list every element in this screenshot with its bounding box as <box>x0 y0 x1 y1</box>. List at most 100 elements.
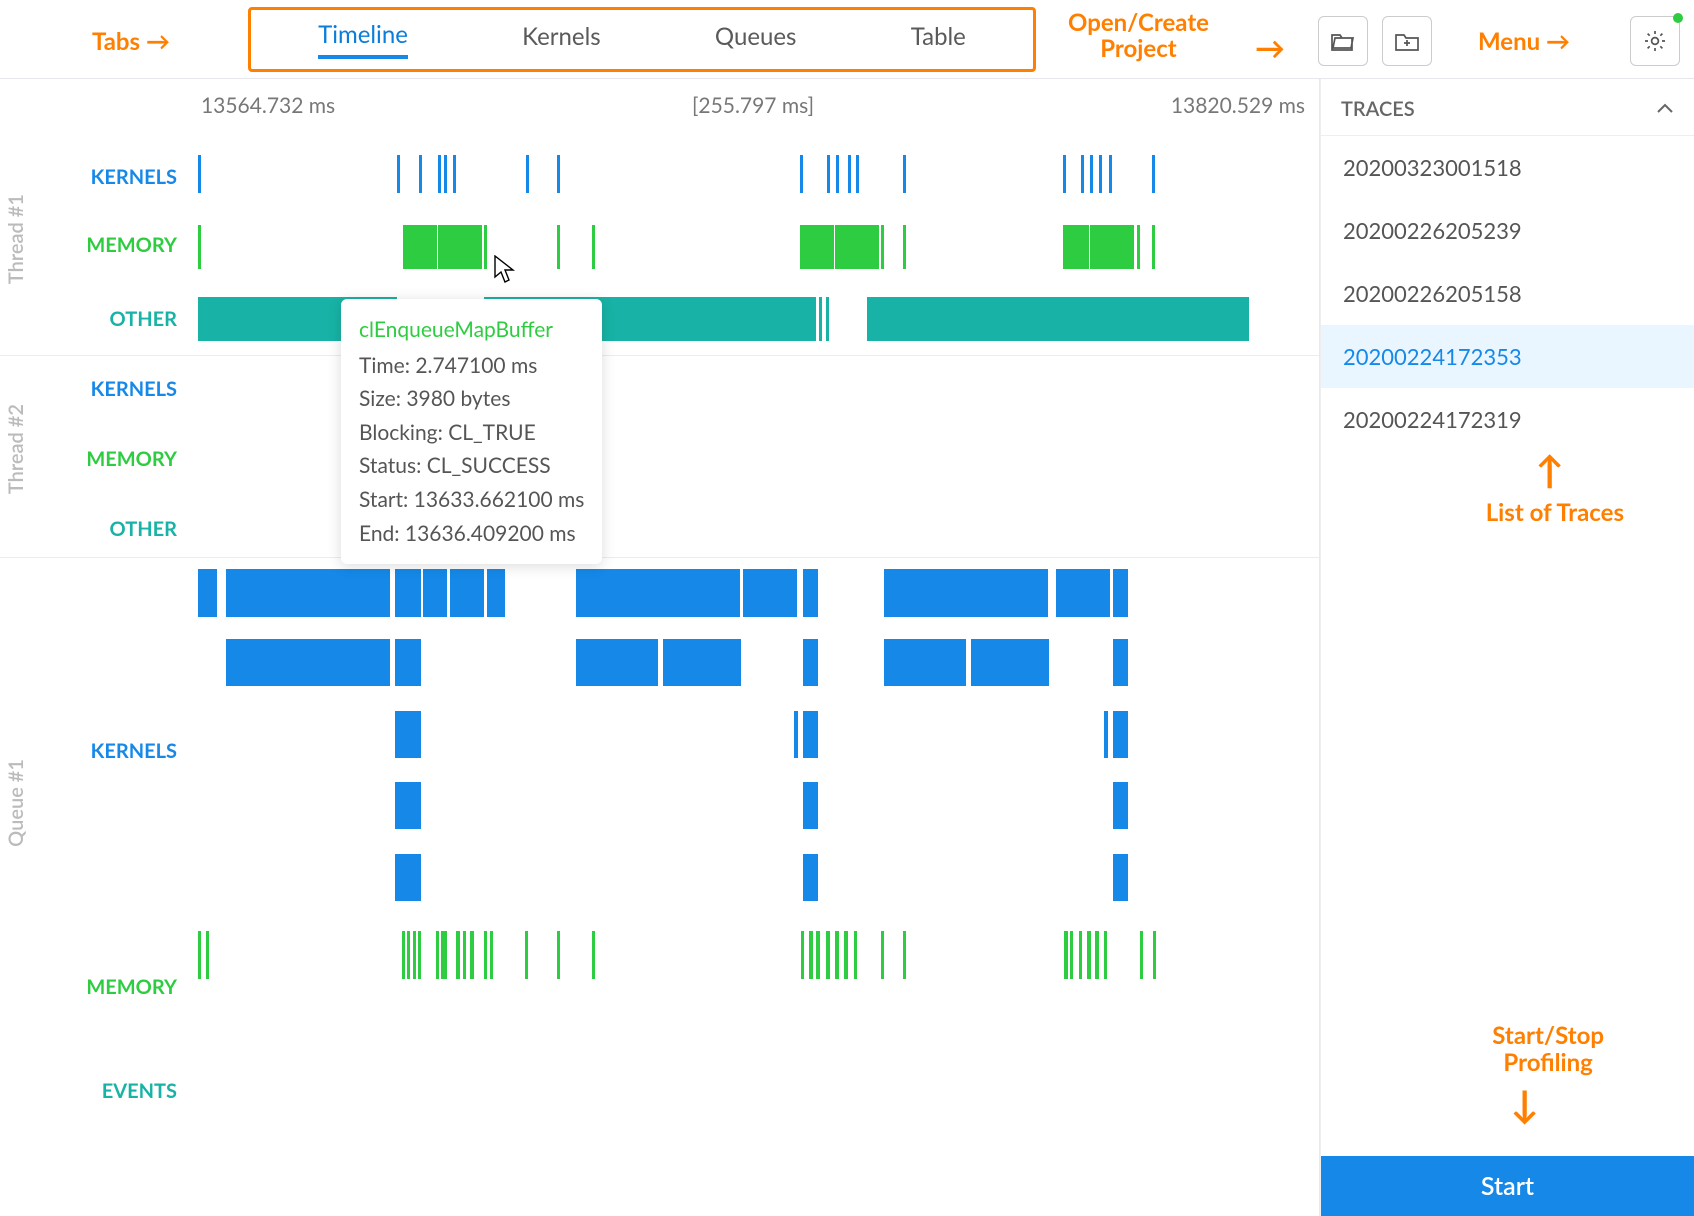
timeline-segment[interactable] <box>423 569 447 617</box>
timeline-segment[interactable] <box>490 931 493 979</box>
timeline-segment[interactable] <box>453 155 456 193</box>
tab-table[interactable]: Table <box>911 22 966 57</box>
tab-timeline[interactable]: Timeline <box>318 20 408 59</box>
timeline-segment[interactable] <box>803 782 818 829</box>
timeline-segment[interactable] <box>1113 639 1128 686</box>
timeline-segment[interactable] <box>419 155 422 193</box>
timeline-segment[interactable] <box>487 569 505 617</box>
timeline-segment[interactable] <box>1063 155 1066 193</box>
timeline-segment[interactable] <box>803 854 818 901</box>
timeline-segment[interactable] <box>1087 931 1091 979</box>
timeline-segment[interactable] <box>397 155 400 193</box>
timeline-segment[interactable] <box>1090 155 1093 193</box>
timeline-segment[interactable] <box>1099 297 1102 341</box>
timeline-segment[interactable] <box>794 711 798 758</box>
timeline-segment[interactable] <box>198 155 201 193</box>
start-profiling-button[interactable]: Start <box>1321 1156 1694 1216</box>
timeline-segment[interactable] <box>484 225 487 269</box>
trace-item[interactable]: 20200224172319 <box>1321 388 1694 451</box>
timeline-segment[interactable] <box>444 931 447 979</box>
timeline-segment[interactable] <box>576 569 740 617</box>
timeline-segment[interactable] <box>881 931 884 979</box>
timeline-segment[interactable] <box>418 931 421 979</box>
timeline-segment[interactable] <box>848 155 851 193</box>
timeline-segment[interactable] <box>1095 931 1099 979</box>
timeline-segment[interactable] <box>592 225 595 269</box>
timeline-segment[interactable] <box>526 155 529 193</box>
trace-item[interactable]: 20200226205158 <box>1321 262 1694 325</box>
timeline-segment[interactable] <box>1084 297 1087 341</box>
timeline-segment[interactable] <box>903 225 906 269</box>
timeline-segment[interactable] <box>1090 225 1134 269</box>
timeline-segment[interactable] <box>438 155 441 193</box>
timeline-segment[interactable] <box>444 155 447 193</box>
timeline-segment[interactable] <box>557 225 560 269</box>
timeline-segment[interactable] <box>1099 155 1102 193</box>
timeline-segment[interactable] <box>809 931 813 979</box>
timeline-segment[interactable] <box>1113 569 1128 617</box>
timeline-segment[interactable] <box>903 155 906 193</box>
timeline-segment[interactable] <box>971 639 1049 686</box>
timeline-segment[interactable] <box>403 225 437 269</box>
tab-kernels[interactable]: Kernels <box>522 22 601 57</box>
timeline-segment[interactable] <box>395 569 421 617</box>
timeline-segment[interactable] <box>826 297 829 341</box>
timeline-segment[interactable] <box>827 155 830 193</box>
timeline-segment[interactable] <box>867 297 1167 341</box>
timeline-segment[interactable] <box>1063 225 1089 269</box>
create-project-button[interactable] <box>1382 16 1432 66</box>
timeline-segment[interactable] <box>402 931 405 979</box>
timeline-segment[interactable] <box>395 639 421 686</box>
timeline-segment[interactable] <box>198 569 217 617</box>
timeline-segment[interactable] <box>1113 854 1128 901</box>
timeline-segment[interactable] <box>884 569 1048 617</box>
menu-button[interactable] <box>1630 16 1680 66</box>
timeline-segment[interactable] <box>1056 569 1110 617</box>
timeline-tracks[interactable] <box>187 79 1319 1216</box>
timeline-segment[interactable] <box>226 569 390 617</box>
timeline-segment[interactable] <box>198 931 201 979</box>
timeline-segment[interactable] <box>1081 155 1084 193</box>
timeline-segment[interactable] <box>819 297 822 341</box>
timeline-segment[interactable] <box>800 155 803 193</box>
timeline-segment[interactable] <box>576 639 658 686</box>
timeline-segment[interactable] <box>1104 931 1107 979</box>
timeline-segment[interactable] <box>836 155 839 193</box>
timeline-segment[interactable] <box>395 854 421 901</box>
timeline-segment[interactable] <box>484 931 487 979</box>
timeline-segment[interactable] <box>1109 155 1112 193</box>
timeline-segment[interactable] <box>835 225 879 269</box>
timeline-segment[interactable] <box>1153 931 1156 979</box>
timeline-segment[interactable] <box>800 225 834 269</box>
timeline-segment[interactable] <box>206 931 209 979</box>
timeline-segment[interactable] <box>1152 155 1155 193</box>
timeline-segment[interactable] <box>395 782 421 829</box>
timeline-segment[interactable] <box>413 931 416 979</box>
timeline-segment[interactable] <box>844 931 848 979</box>
timeline-view[interactable]: 13564.732 ms [255.797 ms] 13820.529 ms T… <box>0 79 1320 1216</box>
timeline-segment[interactable] <box>856 155 859 193</box>
timeline-segment[interactable] <box>801 931 804 979</box>
timeline-segment[interactable] <box>395 711 421 758</box>
timeline-segment[interactable] <box>826 931 830 979</box>
timeline-segment[interactable] <box>803 711 818 758</box>
timeline-segment[interactable] <box>1104 711 1108 758</box>
timeline-segment[interactable] <box>557 155 560 193</box>
timeline-segment[interactable] <box>903 931 906 979</box>
open-project-button[interactable] <box>1318 16 1368 66</box>
trace-item[interactable]: 20200323001518 <box>1321 136 1694 199</box>
timeline-segment[interactable] <box>438 225 482 269</box>
timeline-segment[interactable] <box>1075 297 1078 341</box>
timeline-segment[interactable] <box>1090 297 1093 341</box>
timeline-segment[interactable] <box>557 931 560 979</box>
timeline-segment[interactable] <box>525 931 528 979</box>
timeline-segment[interactable] <box>1113 711 1128 758</box>
timeline-segment[interactable] <box>803 569 818 617</box>
timeline-segment[interactable] <box>470 931 474 979</box>
timeline-segment[interactable] <box>1139 297 1249 341</box>
trace-item[interactable]: 20200226205239 <box>1321 199 1694 262</box>
timeline-segment[interactable] <box>407 931 410 979</box>
timeline-segment[interactable] <box>881 225 884 269</box>
timeline-segment[interactable] <box>198 225 201 269</box>
tab-queues[interactable]: Queues <box>715 22 797 57</box>
